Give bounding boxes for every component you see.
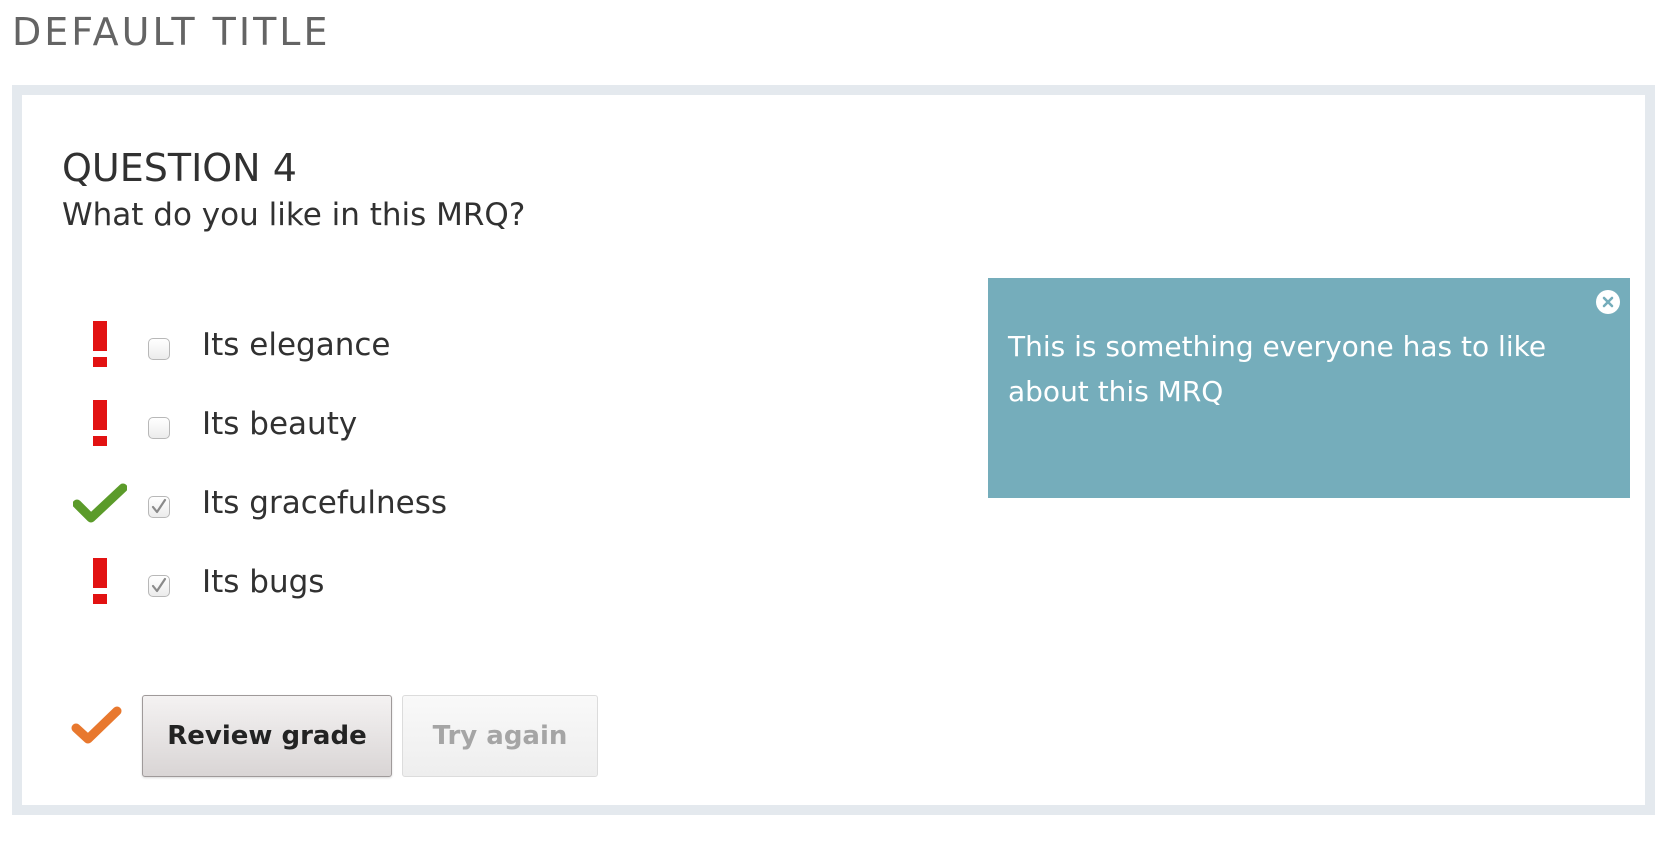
choice-list: Its elegance Its beauty Its gracefulness… (62, 305, 862, 621)
question-panel: QUESTION 4 What do you like in this MRQ?… (22, 95, 1645, 805)
choice-checkbox[interactable] (148, 574, 170, 597)
checkbox-check-icon (151, 498, 167, 513)
choice-label[interactable]: Its gracefulness (202, 483, 447, 523)
question-title: QUESTION 4 (62, 146, 297, 190)
feedback-tip: This is something everyone has to like a… (988, 278, 1630, 498)
review-grade-button[interactable]: Review grade (142, 695, 392, 777)
choice-item: Its elegance (62, 305, 862, 384)
try-again-button[interactable]: Try again (402, 695, 598, 777)
feedback-tip-text: This is something everyone has to like a… (1008, 330, 1547, 408)
choice-label[interactable]: Its bugs (202, 562, 324, 602)
choice-item: Its bugs (62, 542, 862, 621)
page-title: DEFAULT TITLE (12, 10, 331, 54)
choice-checkbox[interactable] (148, 495, 170, 518)
choice-checkbox[interactable] (148, 416, 170, 439)
choice-label[interactable]: Its elegance (202, 325, 391, 365)
choice-item: Its gracefulness (62, 463, 862, 542)
checkmark-icon (62, 695, 132, 755)
page: DEFAULT TITLE QUESTION 4 What do you lik… (0, 0, 1676, 844)
checkbox-check-icon (151, 577, 167, 592)
incorrect-icon (62, 394, 138, 454)
close-icon[interactable] (1596, 290, 1620, 314)
question-frame: QUESTION 4 What do you like in this MRQ?… (12, 85, 1655, 815)
choice-checkbox[interactable] (148, 337, 170, 360)
choice-label[interactable]: Its beauty (202, 404, 357, 444)
incorrect-icon (62, 315, 138, 375)
choice-item: Its beauty (62, 384, 862, 463)
correct-checkmark-icon (62, 473, 138, 533)
question-text: What do you like in this MRQ? (62, 197, 526, 233)
incorrect-icon (62, 552, 138, 612)
action-bar: Review grade Try again (62, 695, 608, 777)
